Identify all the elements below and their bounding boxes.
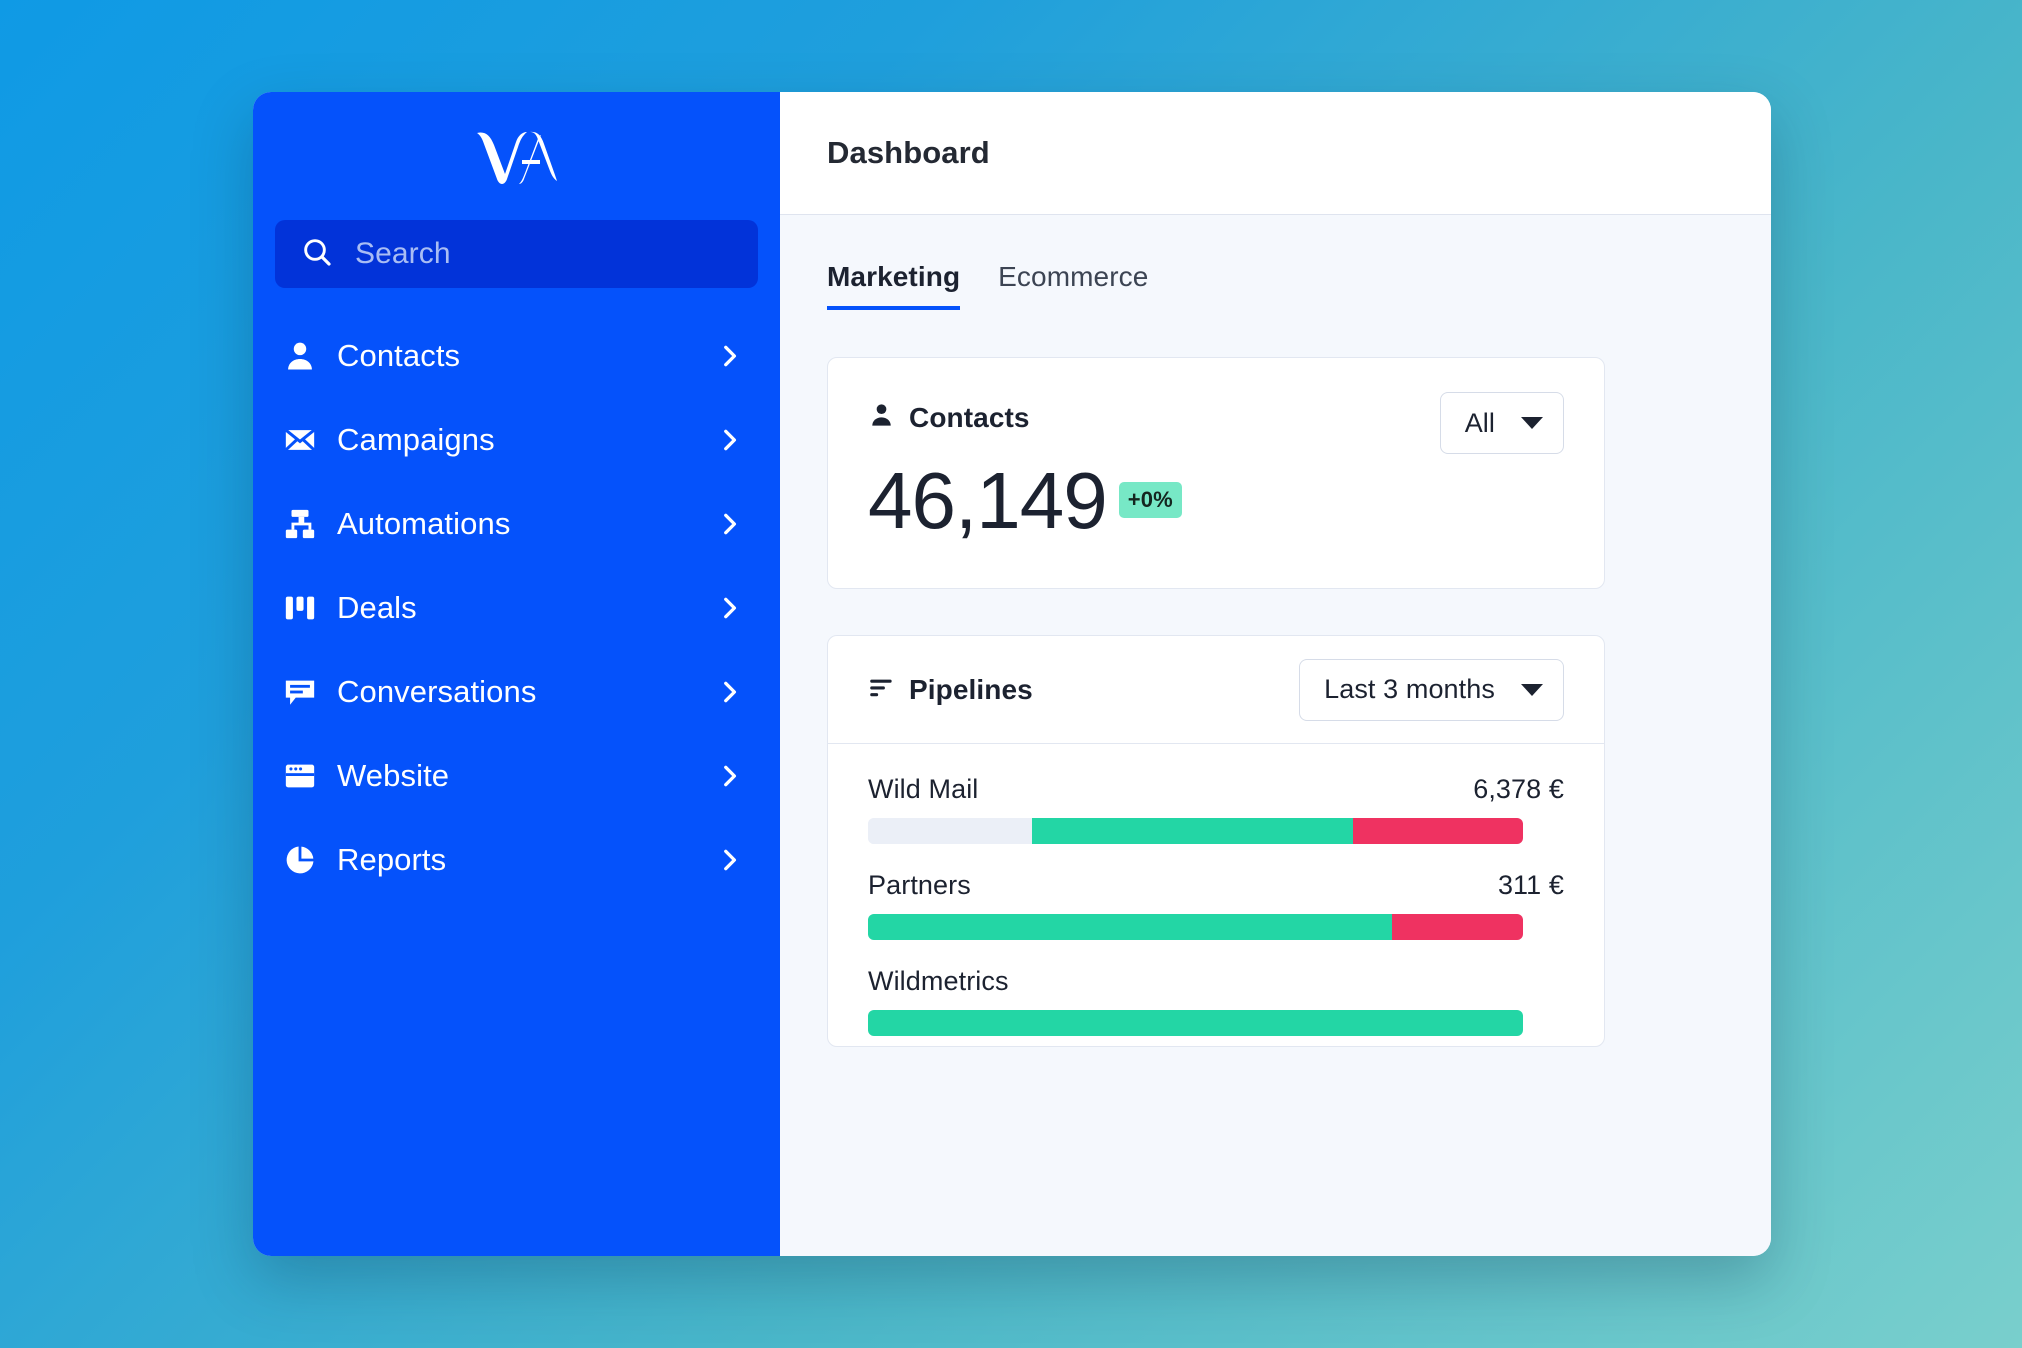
sitemap-icon bbox=[283, 507, 337, 541]
pipeline-value: 6,378 € bbox=[1473, 774, 1564, 805]
tab-ecommerce[interactable]: Ecommerce bbox=[998, 261, 1148, 310]
browser-window-icon bbox=[283, 759, 337, 793]
chevron-down-icon bbox=[1521, 684, 1543, 696]
pipeline-row: Wild Mail 6,378 € bbox=[868, 774, 1564, 844]
chevron-right-icon bbox=[716, 847, 742, 873]
chevron-right-icon bbox=[716, 595, 742, 621]
pipeline-row-header: Wild Mail 6,378 € bbox=[868, 774, 1564, 805]
pipelines-range-dropdown[interactable]: Last 3 months bbox=[1299, 659, 1564, 721]
sidebar-item-label: Deals bbox=[337, 590, 716, 626]
pipeline-name: Partners bbox=[868, 870, 971, 901]
pipeline-name: Wildmetrics bbox=[868, 966, 1009, 997]
bar-segment-lost bbox=[1353, 818, 1523, 844]
contacts-card-title-group: Contacts bbox=[868, 392, 1030, 434]
app-logo[interactable] bbox=[275, 92, 758, 220]
contacts-card-header: Contacts All bbox=[868, 392, 1564, 454]
sidebar-item-label: Automations bbox=[337, 506, 716, 542]
contacts-filter-value: All bbox=[1465, 408, 1495, 439]
chevron-right-icon bbox=[716, 511, 742, 537]
contacts-filter-dropdown[interactable]: All bbox=[1440, 392, 1564, 454]
sidebar-item-contacts[interactable]: Contacts bbox=[275, 314, 758, 398]
chevron-right-icon bbox=[716, 679, 742, 705]
sidebar-item-label: Website bbox=[337, 758, 716, 794]
page-title: Dashboard bbox=[827, 135, 990, 171]
pipelines-card: Pipelines Last 3 months Wild Mail 6,378 … bbox=[827, 635, 1605, 1047]
pipeline-row: Wildmetrics bbox=[868, 966, 1564, 1036]
envelope-icon bbox=[283, 423, 337, 457]
pipelines-card-title-group: Pipelines bbox=[868, 674, 1033, 706]
pie-chart-icon bbox=[283, 843, 337, 877]
contacts-metric: 46,149 +0% bbox=[868, 458, 1564, 544]
chevron-right-icon bbox=[716, 343, 742, 369]
contacts-delta-badge: +0% bbox=[1119, 482, 1182, 518]
bar-segment-won bbox=[1032, 818, 1353, 844]
chevron-right-icon bbox=[716, 763, 742, 789]
pipeline-progress-bar bbox=[868, 914, 1523, 940]
sidebar-item-conversations[interactable]: Conversations bbox=[275, 650, 758, 734]
contacts-count: 46,149 bbox=[868, 458, 1107, 544]
sidebar-item-deals[interactable]: Deals bbox=[275, 566, 758, 650]
contacts-card-title: Contacts bbox=[909, 402, 1030, 434]
pipelines-range-value: Last 3 months bbox=[1324, 674, 1495, 705]
pipelines-card-header: Pipelines Last 3 months bbox=[828, 636, 1604, 744]
pipeline-progress-bar bbox=[868, 1010, 1523, 1036]
pipelines-card-title: Pipelines bbox=[909, 674, 1033, 706]
content-area: Marketing Ecommerce Contacts bbox=[780, 215, 1771, 1256]
kanban-columns-icon bbox=[283, 591, 337, 625]
pipeline-row-header: Wildmetrics bbox=[868, 966, 1564, 997]
sidebar: Search Contacts bbox=[253, 92, 780, 1256]
person-filled-icon bbox=[868, 402, 895, 434]
topbar: Dashboard bbox=[780, 92, 1771, 215]
pipelines-list: Wild Mail 6,378 € Partners 311 € bbox=[828, 744, 1604, 1036]
sidebar-item-label: Contacts bbox=[337, 338, 716, 374]
search-input[interactable]: Search bbox=[275, 220, 758, 288]
pipeline-row: Partners 311 € bbox=[868, 870, 1564, 940]
main-area: Dashboard Marketing Ecommerce bbox=[780, 92, 1771, 1256]
sidebar-item-label: Campaigns bbox=[337, 422, 716, 458]
pipeline-value: 311 € bbox=[1498, 870, 1564, 901]
search-placeholder: Search bbox=[355, 237, 451, 271]
sort-descending-icon bbox=[868, 674, 895, 706]
sidebar-item-automations[interactable]: Automations bbox=[275, 482, 758, 566]
search-icon bbox=[301, 236, 333, 273]
sidebar-item-label: Reports bbox=[337, 842, 716, 878]
sidebar-item-campaigns[interactable]: Campaigns bbox=[275, 398, 758, 482]
app-window: Search Contacts bbox=[253, 92, 1771, 1256]
tab-marketing[interactable]: Marketing bbox=[827, 261, 960, 310]
dashboard-tabs: Marketing Ecommerce bbox=[827, 215, 1724, 310]
bar-segment-won bbox=[868, 1010, 1523, 1036]
bar-segment-remaining bbox=[868, 818, 1032, 844]
contacts-card: Contacts All 46,149 +0% bbox=[827, 357, 1605, 589]
sidebar-item-label: Conversations bbox=[337, 674, 716, 710]
pipeline-name: Wild Mail bbox=[868, 774, 978, 805]
chevron-down-icon bbox=[1521, 417, 1543, 429]
sidebar-item-reports[interactable]: Reports bbox=[275, 818, 758, 902]
pipeline-row-header: Partners 311 € bbox=[868, 870, 1564, 901]
pipeline-progress-bar bbox=[868, 818, 1523, 844]
chat-bubble-icon bbox=[283, 675, 337, 709]
person-icon bbox=[283, 339, 337, 373]
sidebar-item-website[interactable]: Website bbox=[275, 734, 758, 818]
bar-segment-lost bbox=[1392, 914, 1523, 940]
chevron-right-icon bbox=[716, 427, 742, 453]
bar-segment-won bbox=[868, 914, 1392, 940]
